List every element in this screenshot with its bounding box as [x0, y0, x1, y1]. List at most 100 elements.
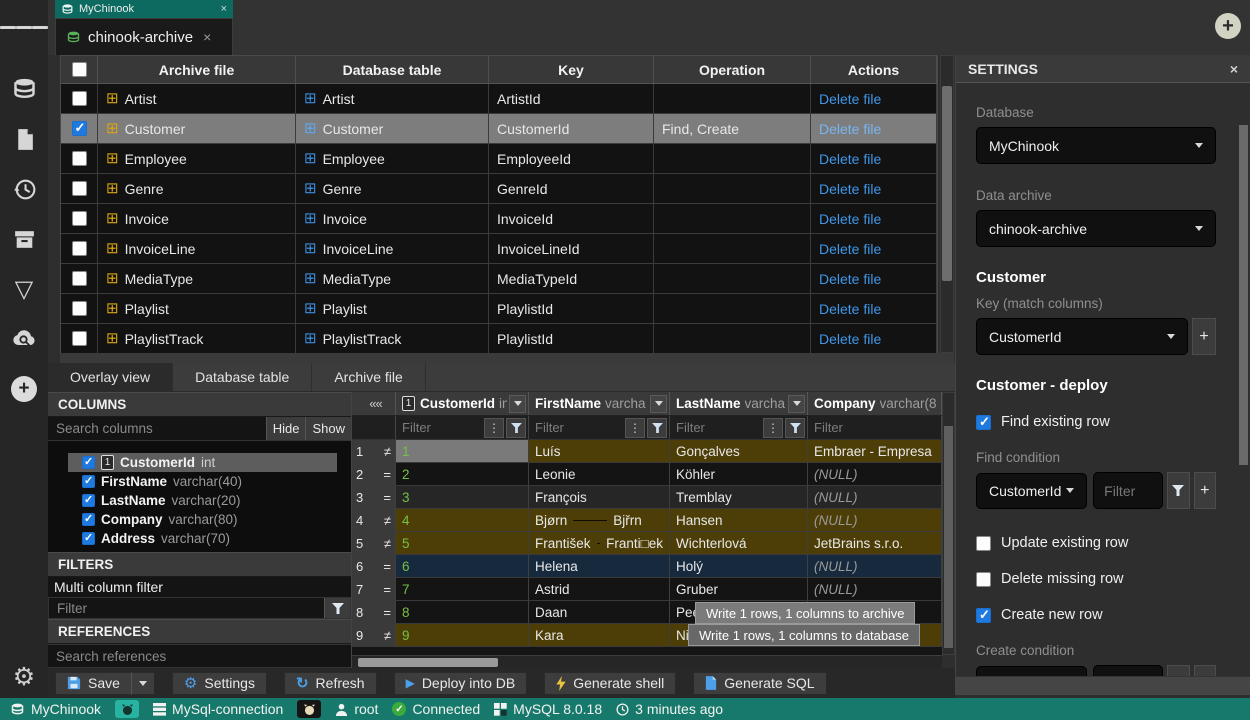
grid-col-firstname[interactable]: FirstName varcha — [529, 392, 670, 415]
filter-menu-button[interactable]: ⋮ — [625, 418, 645, 438]
save-dropdown-button[interactable] — [132, 672, 155, 695]
select-all-checkbox[interactable] — [72, 62, 87, 77]
multi-column-filter-input[interactable]: Filter — [49, 598, 324, 618]
filter-input[interactable]: Filter — [670, 420, 763, 435]
column-item-selected[interactable]: 1 CustomerId int — [68, 453, 337, 472]
grid-horizontal-scrollbar[interactable] — [352, 655, 942, 668]
create-new-checkbox[interactable] — [976, 608, 991, 623]
find-condition-funnel-button[interactable] — [1167, 472, 1189, 509]
find-condition-column-select[interactable]: CustomerId — [976, 473, 1087, 509]
row-checkbox[interactable] — [72, 211, 87, 226]
delete-file-link[interactable]: Delete file — [819, 121, 881, 137]
delete-file-link[interactable]: Delete file — [819, 91, 881, 107]
tab-mychinook[interactable]: MyChinook × — [55, 0, 233, 18]
cloud-search-icon[interactable] — [0, 322, 48, 356]
save-button[interactable]: Save — [55, 672, 132, 695]
settings-gear-icon[interactable]: ⚙ — [0, 660, 48, 694]
cell-lastname[interactable]: Tremblay — [670, 486, 808, 508]
col-database-table[interactable]: Database table — [296, 56, 489, 83]
column-checkbox[interactable] — [82, 456, 95, 469]
add-tab-button[interactable]: + — [1215, 13, 1241, 39]
container-icon[interactable] — [115, 700, 139, 718]
row-checkbox[interactable] — [72, 151, 87, 166]
row-checkbox[interactable] — [72, 181, 87, 196]
delete-file-link[interactable]: Delete file — [819, 181, 881, 197]
cell-customerid[interactable]: 7 — [396, 578, 529, 600]
cell-firstname[interactable]: Daan — [529, 601, 670, 623]
table-row[interactable]: ⊞PlaylistTrack ⊞PlaylistTrack PlaylistId… — [61, 324, 937, 354]
column-checkbox[interactable] — [82, 532, 95, 545]
filter-funnel-button[interactable] — [506, 418, 526, 438]
column-item[interactable]: LastName varchar(20) — [82, 491, 351, 510]
cell-firstname[interactable]: Leonie — [529, 463, 670, 485]
grid-row[interactable]: 2= 2 Leonie Köhler (NULL) — [352, 463, 942, 486]
status-user[interactable]: root — [335, 701, 378, 717]
col-operation[interactable]: Operation — [654, 56, 811, 83]
cell-customerid[interactable]: 1 — [396, 440, 529, 462]
cell-lastname[interactable]: Wichterlová — [670, 532, 808, 554]
col-archive-file[interactable]: Archive file — [98, 56, 296, 83]
status-last-refresh[interactable]: 3 minutes ago — [616, 701, 723, 717]
add-find-condition-button[interactable]: + — [1194, 472, 1216, 509]
close-icon[interactable]: × — [1230, 61, 1238, 77]
cell-customerid[interactable]: 9 — [396, 624, 529, 646]
filter-input[interactable]: Filter — [808, 420, 941, 435]
search-references-input[interactable]: Search references — [48, 645, 351, 667]
grid-row[interactable]: 3= 3 François Tremblay (NULL) — [352, 486, 942, 509]
grid-col-customerid[interactable]: 1 CustomerId int — [396, 392, 529, 415]
cell-lastname[interactable]: Gruber — [670, 578, 808, 600]
column-item[interactable]: FirstName varchar(40) — [82, 472, 351, 491]
delete-file-link[interactable]: Delete file — [819, 241, 881, 257]
create-new-row-option[interactable]: Create new row — [976, 607, 1216, 623]
update-existing-checkbox[interactable] — [976, 536, 991, 551]
close-icon[interactable]: × — [221, 3, 227, 15]
grid-row[interactable]: 6= 6 Helena Holý (NULL) — [352, 555, 942, 578]
tab-overlay-view[interactable]: Overlay view — [48, 363, 173, 391]
column-menu-button[interactable] — [788, 395, 805, 413]
generate-sql-button[interactable]: Generate SQL — [693, 672, 826, 695]
col-actions[interactable]: Actions — [811, 56, 937, 83]
status-server-version[interactable]: MySQL 8.0.18 — [494, 701, 602, 717]
scrollbar-thumb[interactable] — [942, 86, 952, 281]
cell-firstname[interactable]: Helena — [529, 555, 670, 577]
filter-menu-button[interactable]: ⋮ — [484, 418, 504, 438]
filters-section-header[interactable]: FILTERS — [48, 552, 351, 577]
cell-firstname[interactable]: Astrid — [529, 578, 670, 600]
cell-company[interactable]: (NULL) — [808, 578, 942, 600]
column-checkbox[interactable] — [82, 475, 95, 488]
delete-file-link[interactable]: Delete file — [819, 301, 881, 317]
database-select[interactable]: MyChinook — [976, 127, 1216, 164]
table-row[interactable]: ⊞Invoice ⊞Invoice InvoiceId Delete file — [61, 204, 937, 234]
row-checkbox[interactable] — [72, 91, 87, 106]
filter-funnel-button[interactable] — [785, 418, 805, 438]
col-key[interactable]: Key — [489, 56, 654, 83]
cell-company[interactable]: (NULL) — [808, 555, 942, 577]
cell-firstname[interactable]: Kara — [529, 624, 670, 646]
row-checkbox[interactable] — [72, 121, 87, 136]
find-existing-checkbox[interactable] — [976, 415, 991, 430]
status-connected[interactable]: ✓ Connected — [392, 701, 480, 717]
history-icon[interactable] — [0, 172, 48, 206]
row-checkbox[interactable] — [72, 301, 87, 316]
data-archive-select[interactable]: chinook-archive — [976, 210, 1216, 247]
filter-funnel-button[interactable] — [324, 598, 350, 618]
column-item[interactable]: Address varchar(70) — [82, 529, 351, 548]
cell-lastname[interactable]: Gonçalves — [670, 440, 808, 462]
delete-missing-checkbox[interactable] — [976, 572, 991, 587]
hide-button[interactable]: Hide — [266, 417, 306, 440]
row-checkbox[interactable] — [72, 331, 87, 346]
search-columns-input[interactable]: Search columns — [48, 417, 266, 440]
column-menu-button[interactable] — [509, 395, 526, 413]
grid-row[interactable]: 7= 7 Astrid Gruber (NULL) — [352, 578, 942, 601]
grid-row[interactable]: 5≠ 5 FrantišekFranti□ek Wichterlová JetB… — [352, 532, 942, 555]
cell-customerid[interactable]: 5 — [396, 532, 529, 554]
references-section-header[interactable]: REFERENCES — [48, 619, 351, 644]
row-checkbox[interactable] — [72, 271, 87, 286]
table-row[interactable]: ⊞Genre ⊞Genre GenreId Delete file — [61, 174, 937, 204]
cell-firstname[interactable]: Luís — [529, 440, 670, 462]
container-icon[interactable] — [297, 700, 321, 718]
key-column-select[interactable]: CustomerId — [976, 318, 1188, 355]
filter-input[interactable]: Filter — [529, 420, 625, 435]
column-checkbox[interactable] — [82, 513, 95, 526]
cell-customerid[interactable]: 6 — [396, 555, 529, 577]
